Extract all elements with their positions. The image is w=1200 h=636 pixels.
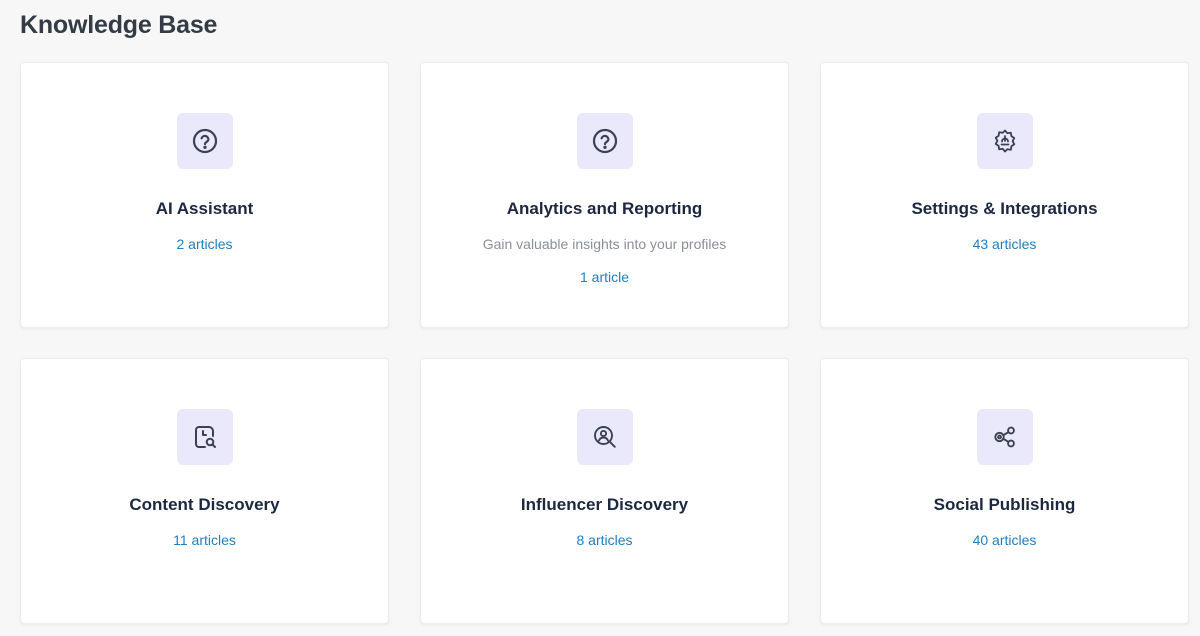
category-grid: AI Assistant 2 articles Analytics and Re… <box>20 62 1189 624</box>
category-title: Content Discovery <box>129 495 280 514</box>
page-title: Knowledge Base <box>20 11 218 39</box>
article-count-link[interactable]: 8 articles <box>576 532 632 548</box>
question-circle-icon <box>576 113 633 169</box>
category-card-ai-assistant[interactable]: AI Assistant 2 articles <box>20 62 389 328</box>
article-count-link[interactable]: 1 article <box>580 269 629 285</box>
article-count-link[interactable]: 2 articles <box>176 236 232 252</box>
category-title: Analytics and Reporting <box>506 199 703 218</box>
category-title: Influencer Discovery <box>520 495 689 514</box>
category-description: Gain valuable insights into your profile… <box>482 236 727 252</box>
article-count-link[interactable]: 43 articles <box>973 236 1037 252</box>
category-card-influencer-discovery[interactable]: Influencer Discovery 8 articles <box>420 358 789 624</box>
question-circle-icon <box>176 113 233 169</box>
document-clock-search-icon <box>176 409 233 465</box>
gear-badge-icon <box>976 113 1033 169</box>
article-count-link[interactable]: 40 articles <box>973 532 1037 548</box>
person-search-icon <box>576 409 633 465</box>
category-title: Social Publishing <box>933 495 1076 514</box>
category-card-social-publishing[interactable]: Social Publishing 40 articles <box>820 358 1189 624</box>
category-title: Settings & Integrations <box>911 199 1098 218</box>
article-count-link[interactable]: 11 articles <box>173 532 236 548</box>
share-nodes-icon <box>976 409 1033 465</box>
category-title: AI Assistant <box>155 199 254 218</box>
category-card-analytics-reporting[interactable]: Analytics and Reporting Gain valuable in… <box>420 62 789 328</box>
category-card-settings-integrations[interactable]: Settings & Integrations 43 articles <box>820 62 1189 328</box>
category-card-content-discovery[interactable]: Content Discovery 11 articles <box>20 358 389 624</box>
